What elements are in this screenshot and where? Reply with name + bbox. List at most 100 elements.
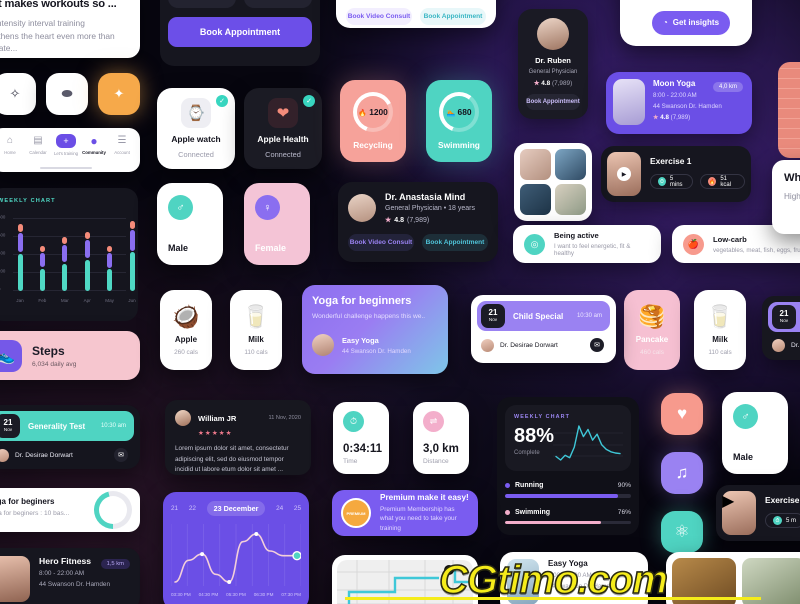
icon-tile-mouse[interactable]: ⬬ (46, 73, 88, 115)
icon-tile-pisces[interactable]: ⚛ (661, 511, 703, 553)
goal-subtitle: I want to feel energetic, fit & healthy (554, 243, 631, 257)
apple-icon: 🍎 (683, 233, 704, 255)
device-card-apple-watch[interactable]: ⌚ Apple watch Connected ✓ (157, 88, 235, 169)
sidebar-item-home[interactable]: ⌂ Home (0, 134, 24, 155)
book-video-consult-button[interactable]: Book Video Consult (346, 8, 412, 25)
donut-progress: 🔥 1200 (353, 92, 393, 132)
who-body: High-i... the he... (784, 192, 800, 201)
bar-segment (84, 259, 90, 291)
goal-card-being-active[interactable]: ◎ Being active I want to feel energetic,… (513, 225, 661, 263)
sidebar-item-calendar[interactable]: ▤ Calendar (25, 134, 52, 155)
appointment-date: 21 Nov (481, 304, 505, 328)
sidebar-item-account[interactable]: ☰ Account (109, 134, 136, 155)
food-card-milk[interactable]: 🥛 Milk 110 cals (230, 290, 282, 370)
review-author: William JR (198, 413, 237, 423)
day-tab[interactable]: 21 (171, 505, 178, 512)
bar-segment (39, 246, 45, 252)
headline-body: High-intensity interval training strengt… (0, 18, 115, 54)
sidebar-item-training[interactable]: + Let's training (53, 134, 80, 156)
day-selector[interactable]: 21 22 23 December 24 25 (171, 501, 301, 516)
food-calories: 110 cals (244, 349, 268, 356)
book-appointment-button[interactable]: Book Appointment (422, 234, 488, 251)
doctor-name: Dr. Ruben (535, 56, 571, 65)
progress-panel: WEEKLY CHART 88% Complete Running 90% Sw… (497, 397, 639, 535)
book-appointment-button[interactable]: Book Appointment (526, 94, 580, 110)
target-icon: ◎ (524, 233, 545, 255)
book-video-consult-button[interactable]: Book Video Consult (348, 234, 414, 251)
moon-yoga-card[interactable]: Moon Yoga 8:00 - 22:00 AM 44 Swanson Dr.… (606, 72, 752, 134)
tab-label-training: Let's training (53, 151, 79, 156)
appointment-card-teal[interactable]: 21 Nov Generality Test 10:30 am Dr. Desi… (0, 405, 140, 469)
gender-card-male-right[interactable]: ♂ Male (722, 392, 788, 474)
device-name: Apple Health (257, 134, 309, 144)
progress-track (505, 520, 631, 524)
appointment-doctor: Dr. (791, 342, 800, 349)
device-card-apple-health[interactable]: ❤ Apple Health Connected ✓ (244, 88, 322, 169)
premium-body: Premium Membership has what you need to … (380, 505, 457, 532)
star-icon: ★ (385, 217, 392, 224)
exercise-card[interactable]: ▶ Exercise 1 ⏱ 5 mins 🔥 51 kcal (601, 146, 751, 202)
bar-segment (39, 253, 45, 267)
male-icon: ♂ (168, 195, 193, 220)
gender-card-male[interactable]: ♂ Male (157, 183, 223, 265)
watch-icon: ⌚ (181, 98, 211, 128)
bar-segment (62, 237, 68, 244)
bar-segment (62, 245, 68, 263)
bottom-tab-bar[interactable]: ⌂ Home ▤ Calendar + Let's training ● Com… (0, 128, 140, 172)
appointment-bar[interactable]: 21 Nov (768, 302, 800, 332)
icon-tile-pulse[interactable]: ♥ (661, 393, 703, 435)
appointment-bar[interactable]: 21 Nov Child Special 10:30 am (477, 301, 610, 331)
gender-card-female[interactable]: ♀ Female (244, 183, 310, 265)
book-appointment-button[interactable]: Book Appointment (420, 8, 486, 25)
bar-segment (129, 220, 135, 229)
pie-chart-icon: ◔ (662, 18, 668, 28)
day-tab[interactable]: 25 (294, 505, 301, 512)
appointment-card-child[interactable]: 21 Nov Child Special 10:30 am Dr. Desira… (471, 295, 616, 363)
pulse-icon: ♥ (676, 404, 688, 423)
legend-dot (505, 483, 510, 488)
activity-card-swimming[interactable]: 🏊 680 Swimming (426, 80, 492, 162)
device-status: Connected (265, 150, 301, 159)
bar-segment (62, 264, 68, 291)
play-icon[interactable]: ▶ (617, 167, 631, 181)
sidebar-item-community[interactable]: ● Community (81, 134, 108, 156)
hero-fitness-card[interactable]: Hero Fitness 8:00 - 22:00 AM 44 Swanson … (0, 548, 140, 604)
chat-icon[interactable]: ✉ (590, 338, 604, 352)
yoga-beginners-card[interactable]: Yoga for beginners Wonderful challenge h… (302, 285, 448, 374)
appointment-card-right[interactable]: 21 Nov Dr. (762, 296, 800, 360)
food-card-milk-2[interactable]: 🥛 Milk 110 cals (694, 290, 746, 370)
food-card-pancake[interactable]: 🥞 Pancake 460 cals (624, 290, 680, 370)
food-card-apple[interactable]: 🥥 Apple 260 cals (160, 290, 212, 370)
chat-icon[interactable]: ✉ (114, 448, 128, 462)
appointment-bar[interactable]: 21 Nov Generality Test 10:30 am (0, 411, 134, 441)
food-calories: 110 cals (708, 349, 732, 356)
bar-segment (107, 253, 113, 268)
bar-segment (107, 246, 113, 252)
premium-card[interactable]: PREMIUM Premium make it easy! Premium Me… (332, 490, 478, 536)
day-tab[interactable]: 24 (276, 505, 283, 512)
exercise-card-right[interactable]: ▶ Exercise ⏱ 5 m (716, 485, 800, 541)
coconut-icon: 🥥 (172, 304, 200, 329)
ring-hole (99, 496, 127, 524)
legend-dot (505, 509, 510, 515)
yoga-progress-card[interactable]: Yoga for beginers Yoga for beginers : 10… (0, 488, 140, 532)
day-tab[interactable]: 22 (189, 505, 196, 512)
bar-column (39, 219, 45, 291)
x-tick: Apr (83, 298, 91, 303)
icon-tile-music[interactable]: ♫ (661, 452, 703, 494)
milk-icon: 🥛 (706, 304, 734, 329)
get-insights-button[interactable]: ◔ Get insights (652, 10, 730, 35)
book-appointment-button[interactable]: Book Appointment (168, 17, 312, 47)
doctor-rating: ★ 4.8 (7,989) (533, 80, 573, 87)
day-tab-selected[interactable]: 23 December (206, 501, 266, 516)
icon-tile-sparkle[interactable]: ✧ (0, 73, 36, 115)
watermark: CGtimo.com (343, 557, 763, 603)
icon-tile-sparkle-orange[interactable]: ✦ (98, 73, 140, 115)
doctor-card-mid: Dr. Anastasia Mind General Physician • 1… (338, 182, 498, 262)
appointment-doctor: Dr. Desirae Dorwart (500, 341, 558, 349)
play-icon[interactable]: ▶ (722, 493, 734, 510)
activity-card-recycling[interactable]: 🔥 1200 Recycling (340, 80, 406, 162)
food-grid-card[interactable] (514, 143, 592, 221)
steps-card[interactable]: 👟 Steps 6,034 daily avg (0, 331, 140, 380)
december-chart-card[interactable]: 21 22 23 December 24 25 03:30 PM 04:30 P… (163, 492, 309, 604)
